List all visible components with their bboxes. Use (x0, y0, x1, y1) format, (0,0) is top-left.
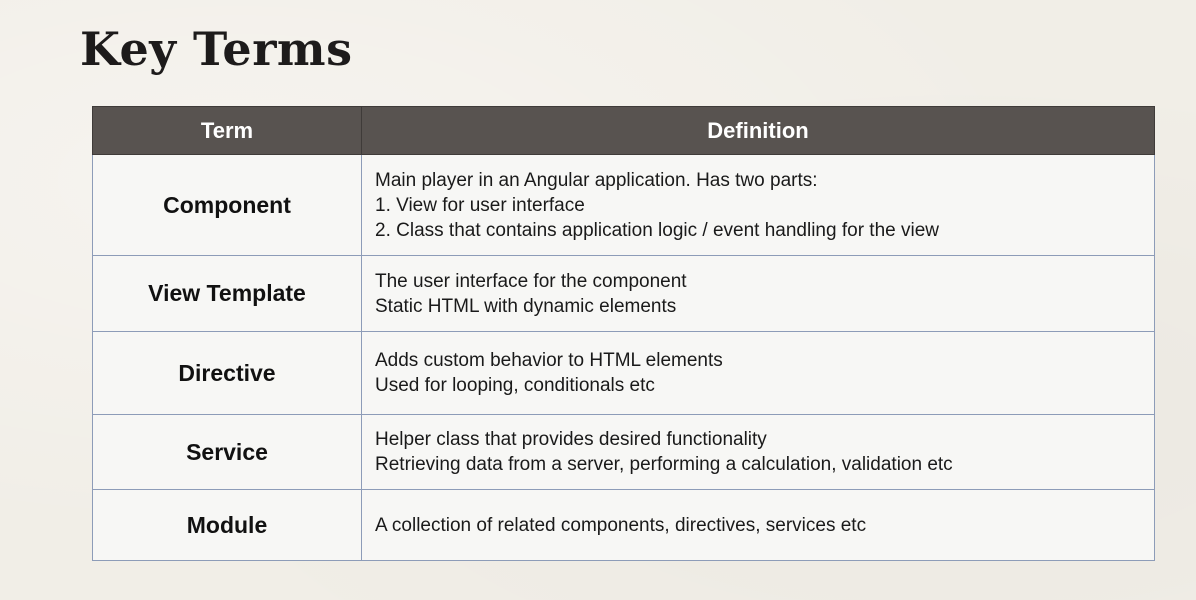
table-row: Service Helper class that provides desir… (92, 414, 1155, 490)
slide-title: Key Terms (80, 22, 353, 76)
definition-line: Main player in an Angular application. H… (375, 169, 818, 191)
definition-line: Adds custom behavior to HTML elements (375, 350, 723, 371)
definition-line: Helper class that provides desired funct… (375, 429, 767, 450)
term-cell: Service (92, 414, 362, 490)
term-column-header: Term (92, 106, 362, 155)
definition-cell: The user interface for the component Sta… (361, 255, 1155, 332)
definition-line: Used for looping, conditionals etc (375, 375, 655, 396)
definition-line: 2. Class that contains application logic… (375, 219, 939, 241)
definition-line: 1. View for user interface (375, 194, 585, 216)
term-cell: Directive (92, 331, 362, 415)
table-row: Component Main player in an Angular appl… (92, 154, 1155, 256)
term-cell: View Template (92, 255, 362, 332)
definition-cell: Helper class that provides desired funct… (361, 414, 1155, 490)
term-cell: Module (92, 489, 362, 561)
key-terms-table: Term Definition Component Main player in… (92, 106, 1155, 561)
table-header-row: Term Definition (92, 106, 1155, 155)
definition-line: The user interface for the component (375, 270, 687, 292)
table-row: Directive Adds custom behavior to HTML e… (92, 331, 1155, 415)
definition-line: Retrieving data from a server, performin… (375, 454, 953, 475)
definition-line: A collection of related components, dire… (375, 514, 867, 536)
definition-cell: A collection of related components, dire… (361, 489, 1155, 561)
definition-column-header: Definition (361, 106, 1155, 155)
table-row: Module A collection of related component… (92, 489, 1155, 561)
table-row: View Template The user interface for the… (92, 255, 1155, 332)
definition-line: Static HTML with dynamic elements (375, 295, 677, 317)
definition-cell: Main player in an Angular application. H… (361, 154, 1155, 256)
definition-cell: Adds custom behavior to HTML elements Us… (361, 331, 1155, 415)
term-cell: Component (92, 154, 362, 256)
